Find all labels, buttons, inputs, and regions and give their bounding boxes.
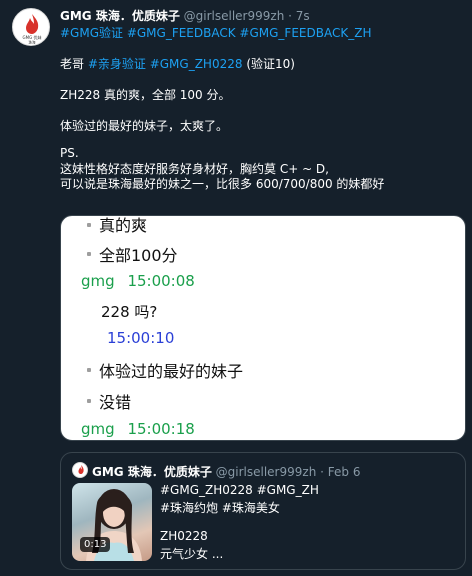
author-name[interactable]: GMG 珠海．优质妹子 xyxy=(60,9,180,23)
quoted-line-2: #珠海约炮 #珠海美女 xyxy=(160,501,280,515)
quoted-line-3: ZH0228 xyxy=(160,529,208,543)
quoted-date[interactable]: Feb 6 xyxy=(328,465,361,479)
avatar-sub: 珠海 xyxy=(29,40,36,45)
line1-prefix: 老哥 xyxy=(60,57,88,71)
bullet-icon xyxy=(87,368,91,372)
video-duration: 0:13 xyxy=(80,537,111,552)
quoted-header: GMG 珠海．优质妹子 @girlseller999zh · Feb 6 xyxy=(92,463,360,480)
sender-time: 15:00:18 xyxy=(127,420,195,438)
tweet-line-4: PS. xyxy=(60,146,79,160)
chat-time-2: 15:00:10 xyxy=(107,329,175,347)
chat-sender-1: gmg 15:00:08 xyxy=(81,272,195,290)
chat-sender-2: gmg 15:00:18 xyxy=(81,420,195,438)
chat-message-3: 228 吗? xyxy=(101,303,158,321)
tweet[interactable]: GMG 优妹 珠海 GMG 珠海．优质妹子 @girlseller999zh ·… xyxy=(0,0,472,576)
chat-message-4: 体验过的最好的妹子 xyxy=(99,362,244,381)
separator: · xyxy=(284,9,296,23)
bullet-icon xyxy=(87,399,91,403)
quoted-tweet[interactable]: GMG 珠海．优质妹子 @girlseller999zh · Feb 6 0:1… xyxy=(60,452,466,570)
author-avatar[interactable]: GMG 优妹 珠海 xyxy=(12,8,50,46)
quoted-video-thumbnail[interactable]: 0:13 xyxy=(72,483,152,561)
quoted-line-1: #GMG_ZH0228 #GMG_ZH xyxy=(160,483,319,497)
tweet-line-1: 老哥 #亲身验证 #GMG_ZH0228 (验证10) xyxy=(60,55,295,72)
author-handle[interactable]: @girlseller999zh xyxy=(184,9,285,23)
quoted-author-name[interactable]: GMG 珠海．优质妹子 xyxy=(92,465,212,479)
chat-message-5: 没错 xyxy=(99,393,132,412)
chat-message-1: 真的爽 xyxy=(99,216,148,235)
tweet-header: GMG 珠海．优质妹子 @girlseller999zh · 7s xyxy=(60,7,310,24)
avatar-label: GMG 优妹 xyxy=(23,34,42,40)
sender-time: 15:00:08 xyxy=(127,272,195,290)
chat-screenshot-image[interactable]: 真的爽 全部100分 gmg 15:00:08 228 吗? 15:00:10 … xyxy=(60,215,466,441)
line1-suffix: (验证10) xyxy=(242,57,295,71)
tweet-line-6: 可以说是珠海最好的妹之一，比很多 600/700/800 的妹都好 xyxy=(60,177,385,191)
tweet-line-2: ZH228 真的爽，全部 100 分。 xyxy=(60,88,231,102)
flame-logo-icon xyxy=(78,465,84,474)
line1-hashtags[interactable]: #亲身验证 #GMG_ZH0228 xyxy=(88,57,243,71)
quoted-author-avatar[interactable] xyxy=(72,462,88,478)
tweet-time[interactable]: 7s xyxy=(296,9,310,23)
quoted-author-handle[interactable]: @girlseller999zh xyxy=(216,465,317,479)
flame-logo-icon: GMG 优妹 珠海 xyxy=(23,14,42,45)
sender-name: gmg xyxy=(81,272,115,290)
chat-message-2: 全部100分 xyxy=(99,246,178,265)
sender-name: gmg xyxy=(81,420,115,438)
quoted-line-4: 元气少女 ... xyxy=(160,547,224,561)
hashtags[interactable]: #GMG验证 #GMG_FEEDBACK #GMG_FEEDBACK_ZH xyxy=(60,24,371,41)
bullet-icon xyxy=(87,223,91,227)
tweet-line-3: 体验过的最好的妹子，太爽了。 xyxy=(60,119,229,133)
bullet-icon xyxy=(87,252,91,256)
separator: · xyxy=(316,465,328,479)
